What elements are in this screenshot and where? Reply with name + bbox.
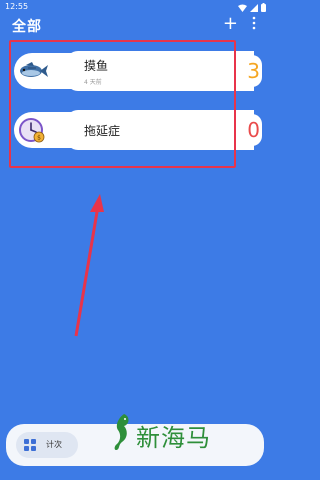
watermark-text: 新海马	[136, 424, 211, 452]
status-time: 12:55	[5, 2, 29, 11]
add-counter-button[interactable]: +	[223, 14, 238, 34]
seahorse-logo	[114, 414, 129, 450]
counter-value: 0	[246, 114, 262, 146]
page-title: 全部	[12, 19, 42, 35]
app-header: 全部 +	[0, 14, 270, 36]
pointer-arrow	[74, 194, 104, 337]
signal-icon	[250, 3, 258, 12]
battery-icon	[261, 3, 266, 12]
status-icons	[238, 3, 266, 12]
status-bar: 12:55	[0, 0, 270, 14]
wifi-icon	[238, 4, 247, 12]
bottom-bar: 计次	[6, 424, 264, 466]
highlight-box	[9, 40, 236, 168]
counter-value: 3	[246, 55, 262, 87]
more-vert-icon[interactable]	[251, 16, 257, 30]
grid-icon	[24, 439, 36, 451]
tally-label: 计次	[46, 440, 62, 449]
tally-button[interactable]: 计次	[16, 432, 78, 458]
